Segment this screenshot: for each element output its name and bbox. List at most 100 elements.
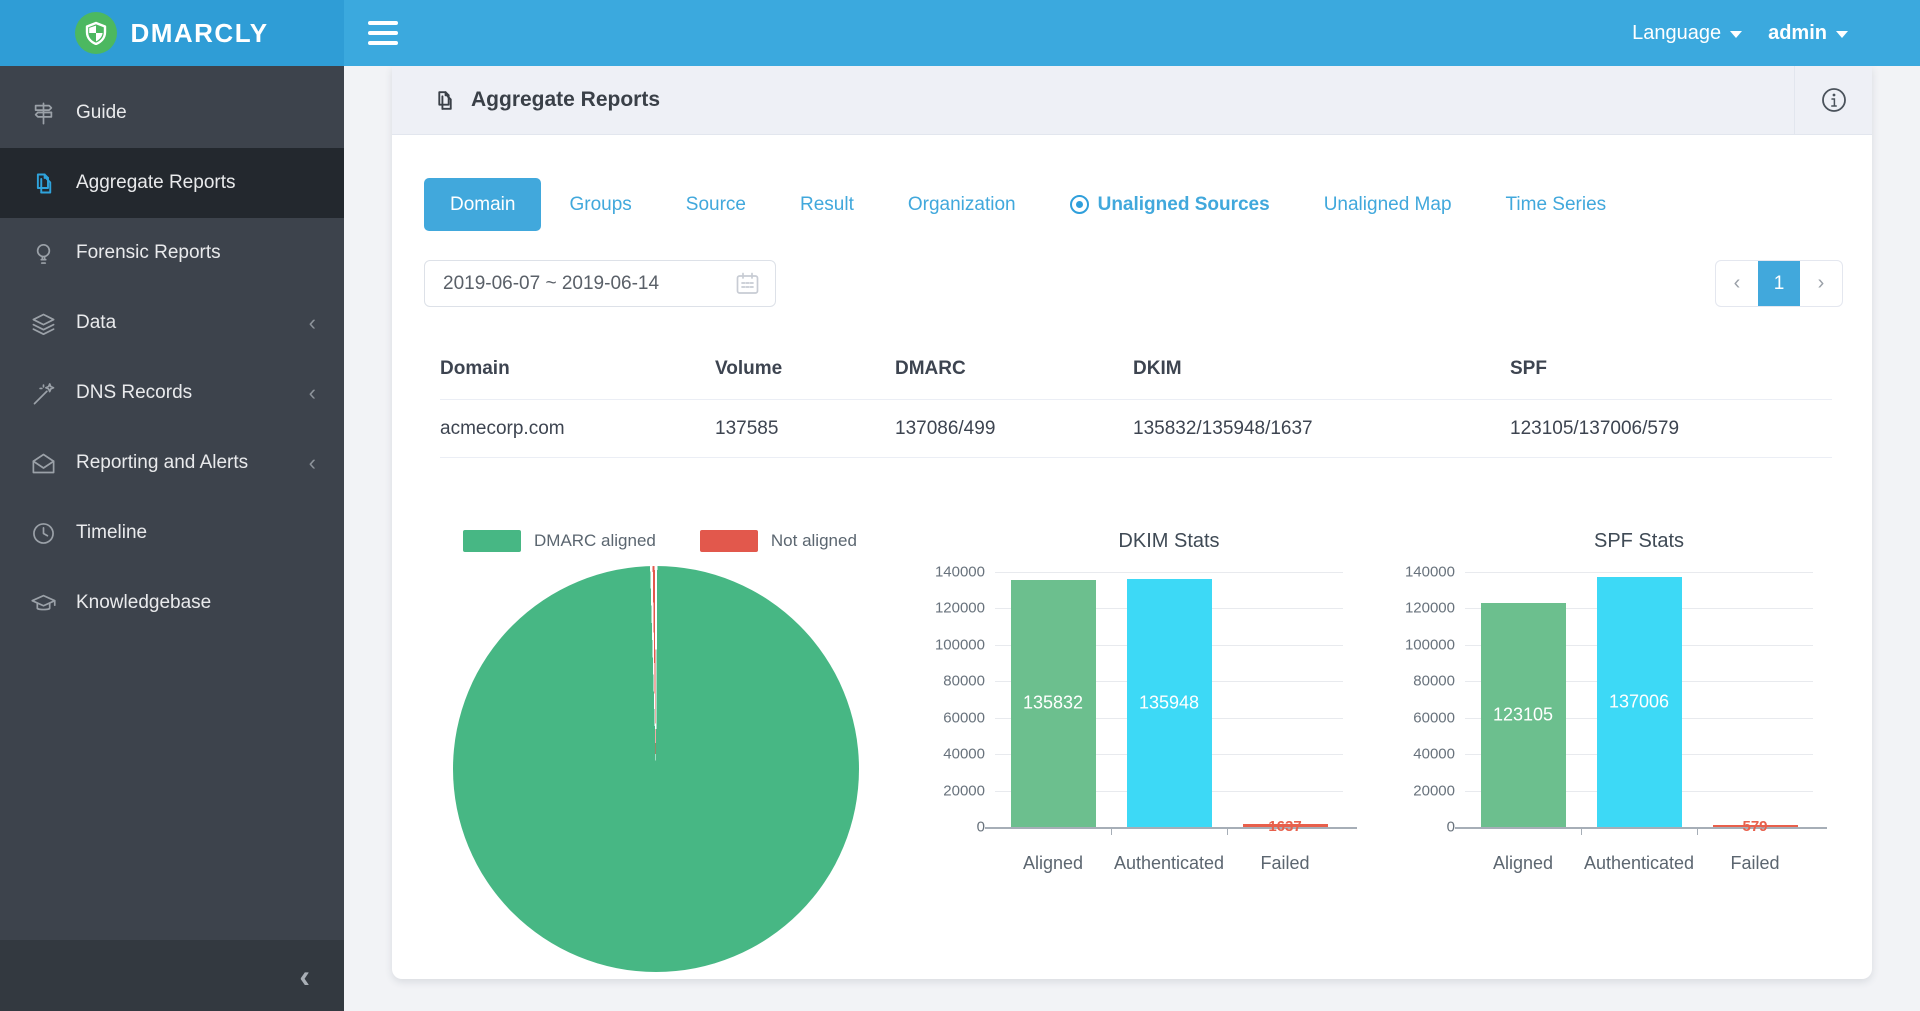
bar-value-label: 579 [1742,818,1767,835]
app-root: DMARCLY Language admin [0,0,1920,1011]
page-title: Aggregate Reports [471,88,660,112]
chart-plot-area: 123105137006579 [1465,572,1813,827]
language-label: Language [1632,22,1721,45]
legend-swatch-red [700,530,758,552]
sidebar: Guide Aggregate Reports Forensic Reports [0,66,344,1011]
gridline [995,572,1343,573]
info-button[interactable] [1794,66,1872,135]
pagination-page-1[interactable]: 1 [1758,261,1800,306]
tab-unaligned-map[interactable]: Unaligned Map [1324,194,1452,216]
x-category-label: Aligned [1465,852,1581,874]
tab-organization[interactable]: Organization [908,194,1016,216]
table-row[interactable]: acmecorp.com 137585 137086/499 135832/13… [440,400,1832,458]
legend-swatch-green [463,530,521,552]
submenu-chevron-icon[interactable]: ‹ [309,312,316,334]
main-content: Aggregate Reports Domain Groups Source [344,66,1920,1011]
sidebar-item-aggregate-reports[interactable]: Aggregate Reports [0,148,344,218]
sidebar-item-timeline[interactable]: Timeline [0,498,344,568]
pagination-next-button[interactable]: › [1800,261,1842,306]
column-header-domain: Domain [440,358,715,380]
dmarcly-shield-icon [75,12,117,54]
lightbulb-icon [30,240,57,267]
submenu-chevron-icon[interactable]: ‹ [309,452,316,474]
column-header-spf: SPF [1510,358,1832,380]
sidebar-item-label: Guide [76,102,127,124]
bar-value-label: 137006 [1609,692,1669,713]
bar-value-label: 135948 [1139,693,1199,714]
sidebar-item-guide[interactable]: Guide [0,78,344,148]
chart-title: DKIM Stats [995,522,1343,560]
dmarc-alignment-pie-chart [453,566,859,972]
y-tick-label: 0 [920,819,985,836]
x-category-label: Failed [1697,852,1813,874]
y-tick-label: 80000 [920,673,985,690]
submenu-chevron-icon[interactable]: ‹ [309,382,316,404]
legend-item-dmarc-aligned: DMARC aligned [463,530,656,552]
y-tick-label: 100000 [920,636,985,653]
tab-time-series[interactable]: Time Series [1506,194,1607,216]
user-menu[interactable]: admin [1768,22,1848,45]
bar-authenticated: 135948 [1127,579,1212,827]
x-category-label: Failed [1227,852,1343,874]
sidebar-item-label: Reporting and Alerts [76,452,248,474]
sidebar-toggle-hamburger-icon[interactable] [368,21,398,45]
caret-down-icon [1730,31,1742,38]
legend-label: Not aligned [771,531,857,551]
tab-source[interactable]: Source [686,194,746,216]
sidebar-nav-list: Guide Aggregate Reports Forensic Reports [0,66,344,638]
x-category-label: Authenticated [1111,852,1227,874]
y-tick-label: 80000 [1390,673,1455,690]
tab-domain[interactable]: Domain [424,178,541,231]
column-header-dmarc: DMARC [895,358,1133,380]
sidebar-item-forensic-reports[interactable]: Forensic Reports [0,218,344,288]
tab-result[interactable]: Result [800,194,854,216]
cell-volume: 137585 [715,418,895,440]
cell-domain: acmecorp.com [440,418,715,440]
brand-name: DMARCLY [130,18,268,49]
x-axis-line [1455,827,1827,829]
date-range-picker[interactable]: 2019-06-07 ~ 2019-06-14 [424,260,776,307]
x-category-label: Authenticated [1581,852,1697,874]
caret-down-icon [1836,31,1848,38]
spf-stats-chart: SPF Stats 020000400006000080000100000120… [1390,522,1830,926]
mail-open-icon [30,450,57,477]
y-tick-label: 0 [1390,819,1455,836]
radio-selected-icon [1070,195,1089,214]
sidebar-item-data[interactable]: Data ‹ [0,288,344,358]
tab-unaligned-sources[interactable]: Unaligned Sources [1070,194,1270,216]
bar-value-label: 135832 [1023,693,1083,714]
sidebar-item-dns-records[interactable]: DNS Records ‹ [0,358,344,428]
sidebar-item-label: Timeline [76,522,147,544]
pages-icon [30,170,57,197]
x-axis-labels: AlignedAuthenticatedFailed [995,852,1343,874]
x-axis-tick [1697,827,1698,835]
y-tick-label: 40000 [920,746,985,763]
sidebar-collapse-chevron-icon[interactable]: ‹ [299,960,310,992]
sidebar-item-knowledgebase[interactable]: Knowledgebase [0,568,344,638]
y-tick-label: 140000 [1390,564,1455,581]
sidebar-item-reporting-and-alerts[interactable]: Reporting and Alerts ‹ [0,428,344,498]
sidebar-item-label: Forensic Reports [76,242,221,264]
tab-groups[interactable]: Groups [569,194,631,216]
layers-icon [30,310,57,337]
info-icon [1820,86,1848,114]
y-tick-label: 100000 [1390,636,1455,653]
bar-value-label: 1637 [1268,818,1301,835]
bar-authenticated: 137006 [1597,577,1682,827]
chart-title: SPF Stats [1465,522,1813,560]
bar-aligned: 135832 [1011,580,1096,827]
language-menu[interactable]: Language [1632,22,1742,45]
x-axis-tick [1227,827,1228,835]
table-header-row: Domain Volume DMARC DKIM SPF [440,338,1832,400]
brand-logo-area[interactable]: DMARCLY [0,0,344,66]
pagination-prev-button[interactable]: ‹ [1716,261,1758,306]
y-tick-label: 120000 [920,600,985,617]
cell-dmarc: 137086/499 [895,418,1133,440]
gridline [1465,572,1813,573]
signpost-icon [30,100,57,127]
cell-spf: 123105/137006/579 [1510,418,1832,440]
aggregate-reports-card: Aggregate Reports Domain Groups Source [392,66,1872,979]
pages-icon [432,88,457,113]
sidebar-footer: ‹ [0,940,344,1011]
y-tick-label: 60000 [920,709,985,726]
